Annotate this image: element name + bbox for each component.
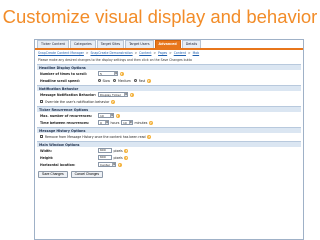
width-label: Width: <box>40 148 52 153</box>
max-recurrence-value: 10 <box>100 113 104 118</box>
breadcrumb-separator: > <box>188 51 191 55</box>
halign-row: Horizontal location: Center ▼ ? <box>37 161 301 168</box>
max-recurrence-row: Max. number of recurrences: 10 ▼ ? <box>37 112 301 119</box>
speed-slow-radio[interactable] <box>98 79 101 82</box>
width-unit: pixels <box>113 148 123 153</box>
slide-title: Customize visual display and behavior <box>2 6 318 27</box>
breadcrumb-item[interactable]: Content <box>139 51 151 55</box>
breadcrumb-item[interactable]: Content <box>174 51 186 55</box>
height-label: Height: <box>40 155 54 160</box>
section-history: Message History Options Remove from Mess… <box>37 127 301 140</box>
width-row: Width: 600 pixels ? <box>37 147 301 154</box>
scroll-speed-label: Headline scroll speed: <box>40 78 80 83</box>
height-row: Height: 600 pixels ? <box>37 154 301 161</box>
tab-advanced[interactable]: Advanced <box>154 40 181 48</box>
section-main-window: Main Window Options Width: 600 pixels ? … <box>37 141 301 168</box>
help-icon[interactable]: ? <box>147 134 152 139</box>
tab-bar: Ticker Content Categories Target Sites T… <box>35 40 303 50</box>
admin-screenshot: Ticker Content Categories Target Sites T… <box>34 39 304 240</box>
breadcrumb-separator: > <box>169 51 172 55</box>
breadcrumb-item[interactable]: Pages <box>158 51 167 55</box>
minutes-select[interactable]: 10 ▼ <box>120 120 133 125</box>
tab-target-users[interactable]: Target Users <box>125 40 154 48</box>
tab-ticker-content[interactable]: Ticker Content <box>37 40 69 48</box>
halign-value: Center <box>100 162 111 167</box>
remove-history-label: Remove from Message History once the con… <box>44 134 146 139</box>
chevron-down-icon: ▼ <box>114 72 117 75</box>
help-icon[interactable]: ? <box>115 113 120 118</box>
help-icon[interactable]: ? <box>124 155 129 160</box>
help-icon[interactable]: ? <box>117 162 122 167</box>
scroll-speed-row: Headline scroll speed: Slow Medium Fast … <box>37 77 301 84</box>
section-headline-display: Headline Display Options Number of times… <box>37 64 301 84</box>
tab-target-sites[interactable]: Target Sites <box>96 40 125 48</box>
intro-text: Please make any desired changes to the d… <box>38 58 192 62</box>
help-icon[interactable]: ? <box>129 92 134 97</box>
help-icon[interactable]: ? <box>110 99 115 104</box>
help-icon[interactable]: ? <box>148 120 153 125</box>
cancel-changes-button[interactable]: Cancel Changes <box>70 171 104 178</box>
speed-medium-label: Medium <box>117 78 131 83</box>
chevron-down-icon: ▼ <box>105 121 108 124</box>
notification-value: Display Ticker <box>100 92 121 97</box>
notification-row: Message Notification Behavior: Display T… <box>37 91 301 98</box>
save-changes-button[interactable]: Save Changes <box>38 171 68 178</box>
halign-label: Horizontal location: <box>40 162 76 167</box>
max-recurrence-label: Max. number of recurrences: <box>40 113 93 118</box>
help-icon[interactable]: ? <box>124 148 129 153</box>
override-label: Override the user's notification behavio… <box>44 99 110 104</box>
scroll-times-label: Number of times to scroll: <box>40 71 88 76</box>
override-row: Override the user's notification behavio… <box>37 98 301 105</box>
time-between-label: Time between recurrences: <box>40 120 90 125</box>
help-icon[interactable]: ? <box>119 71 124 76</box>
max-recurrence-select[interactable]: 10 ▼ <box>98 113 114 118</box>
width-input[interactable]: 600 <box>98 148 112 153</box>
section-notification: Notification Behavior Message Notificati… <box>37 85 301 105</box>
time-between-row: Time between recurrences: 0 ▼ hours 10 ▼… <box>37 119 301 126</box>
breadcrumb-item[interactable]: SnapCreate Content Manager <box>38 51 84 55</box>
remove-history-row: Remove from Message History once the con… <box>37 133 301 140</box>
form-buttons: Save Changes Cancel Changes <box>35 168 303 181</box>
hours-value: 0 <box>100 120 102 125</box>
notification-select[interactable]: Display Ticker ▼ <box>98 92 128 97</box>
chevron-down-icon: ▼ <box>112 163 115 166</box>
minutes-value: 10 <box>122 120 127 125</box>
minutes-unit: minutes <box>134 120 148 125</box>
speed-fast-label: Fast <box>138 78 146 83</box>
override-checkbox[interactable] <box>40 99 44 104</box>
tab-categories[interactable]: Categories <box>69 40 96 48</box>
halign-select[interactable]: Center ▼ <box>98 162 116 167</box>
help-icon[interactable]: ? <box>146 78 151 83</box>
section-recurrence: Ticker Recurrence Options Max. number of… <box>37 106 301 126</box>
breadcrumb-item[interactable]: SnapCreate Demonstration <box>90 51 132 55</box>
notification-label: Message Notification Behavior: <box>40 92 97 97</box>
breadcrumb-separator: > <box>134 51 138 55</box>
scroll-times-value: 5 <box>100 71 102 76</box>
height-input[interactable]: 600 <box>98 155 112 160</box>
speed-fast-radio[interactable] <box>134 79 138 82</box>
chevron-down-icon: ▼ <box>128 121 132 124</box>
height-unit: pixels <box>113 155 123 160</box>
speed-slow-label: Slow <box>102 78 110 83</box>
scroll-times-select[interactable]: 5 ▼ <box>98 71 118 76</box>
breadcrumb-item[interactable]: Mob <box>193 51 200 55</box>
breadcrumb: SnapCreate Content Manager > SnapCreate … <box>35 50 303 57</box>
hours-unit: hours <box>110 120 120 125</box>
breadcrumb-separator: > <box>153 51 157 55</box>
breadcrumb-separator: > <box>85 51 89 55</box>
speed-medium-radio[interactable] <box>113 79 117 82</box>
tab-details[interactable]: Details <box>181 40 202 48</box>
chevron-down-icon: ▼ <box>124 93 127 96</box>
chevron-down-icon: ▼ <box>110 114 113 117</box>
scroll-times-row: Number of times to scroll: 5 ▼ ? <box>37 70 301 77</box>
hours-select[interactable]: 0 ▼ <box>98 120 109 125</box>
remove-history-checkbox[interactable] <box>40 134 44 139</box>
